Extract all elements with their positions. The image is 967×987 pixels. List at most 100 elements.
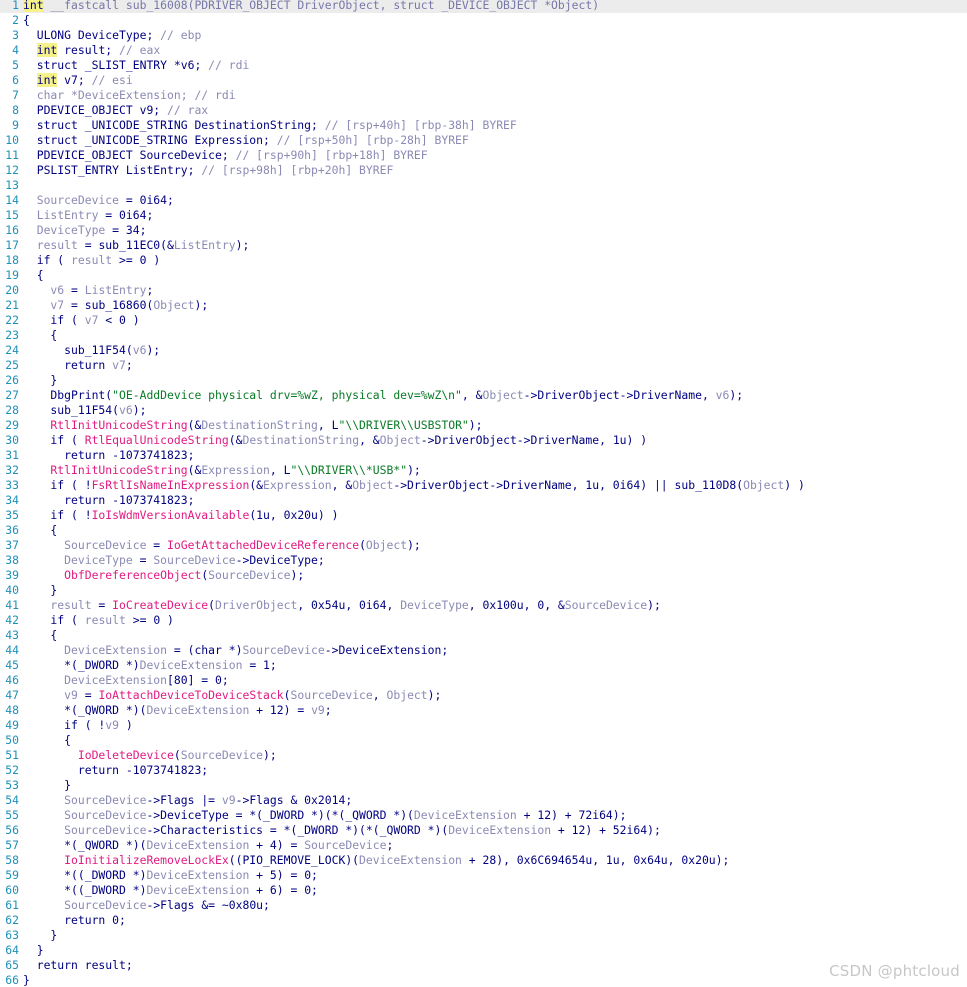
code-line[interactable]: 43 { — [0, 628, 967, 643]
code-line[interactable]: 2{ — [0, 13, 967, 28]
code-line[interactable]: 29 RtlInitUnicodeString(&DestinationStri… — [0, 418, 967, 433]
code-token: = 1; — [242, 658, 277, 672]
code-line[interactable]: 50 { — [0, 733, 967, 748]
code-line[interactable]: 10 struct _UNICODE_STRING Expression; //… — [0, 133, 967, 148]
code-token: , — [372, 688, 387, 702]
code-line[interactable]: 14 SourceDevice = 0i64; — [0, 193, 967, 208]
code-token: >= 0 ) — [112, 253, 161, 267]
code-line[interactable]: 22 if ( v7 < 0 ) — [0, 313, 967, 328]
code-line[interactable]: 7 char *DeviceExtension; // rdi — [0, 88, 967, 103]
code-line[interactable]: 6 int v7; // esi — [0, 73, 967, 88]
code-line[interactable]: 44 DeviceExtension = (char *)SourceDevic… — [0, 643, 967, 658]
line-number: 59 — [5, 868, 19, 882]
code-line[interactable]: 28 sub_11F54(v6); — [0, 403, 967, 418]
code-line[interactable]: 13 — [0, 178, 967, 193]
code-line[interactable]: 35 if ( !IoIsWdmVersionAvailable(1u, 0x2… — [0, 508, 967, 523]
code-line[interactable]: 16 DeviceType = 34; — [0, 223, 967, 238]
code-line[interactable]: 57 *(_QWORD *)(DeviceExtension + 4) = So… — [0, 838, 967, 853]
code-line[interactable]: 11 PDEVICE_OBJECT SourceDevice; // [rsp+… — [0, 148, 967, 163]
code-line[interactable]: 19 { — [0, 268, 967, 283]
code-line[interactable]: 40 } — [0, 583, 967, 598]
code-line[interactable]: 38 DeviceType = SourceDevice->DeviceType… — [0, 553, 967, 568]
code-line[interactable]: 24 sub_11F54(v6); — [0, 343, 967, 358]
code-line[interactable]: 41 result = IoCreateDevice(DriverObject,… — [0, 598, 967, 613]
code-line[interactable]: 45 *(_DWORD *)DeviceExtension = 1; — [0, 658, 967, 673]
variable-token: Expression — [201, 463, 270, 477]
line-text: IoDeleteDevice(SourceDevice); — [23, 748, 967, 763]
code-token: return — [23, 358, 113, 372]
code-line[interactable]: 15 ListEntry = 0i64; — [0, 208, 967, 223]
line-number: 34 — [5, 493, 19, 507]
variable-token: DeviceType — [23, 223, 106, 237]
code-line[interactable]: 56 SourceDevice->Characteristics = *(_DW… — [0, 823, 967, 838]
code-line[interactable]: 60 *((_DWORD *)DeviceExtension + 6) = 0; — [0, 883, 967, 898]
code-line[interactable]: 52 return -1073741823; — [0, 763, 967, 778]
code-line[interactable]: 58 IoInitializeRemoveLockEx((PIO_REMOVE_… — [0, 853, 967, 868]
comment-token: // [rsp+90h] [rbp+18h] BYREF — [235, 148, 428, 162]
line-text: v9 = IoAttachDeviceToDeviceStack(SourceD… — [23, 688, 967, 703]
code-token: ; — [146, 283, 154, 297]
code-line[interactable]: 42 if ( result >= 0 ) — [0, 613, 967, 628]
pseudocode-view[interactable]: 1 int __fastcall sub_16008(PDRIVER_OBJECT… — [0, 0, 967, 987]
code-token: ->DriverObject->DriverName, 1u, 0i64) ||… — [393, 478, 744, 492]
code-line[interactable]: 54 SourceDevice->Flags |= v9->Flags & 0x… — [0, 793, 967, 808]
code-line[interactable]: 62 return 0; — [0, 913, 967, 928]
line-text: SourceDevice->Characteristics = *(_DWORD… — [23, 823, 967, 838]
code-line[interactable]: 39 ObfDereferenceObject(SourceDevice); — [0, 568, 967, 583]
code-line[interactable]: 21 v7 = sub_16860(Object); — [0, 298, 967, 313]
variable-token: DeviceExtension — [146, 838, 250, 852]
variable-token: Object — [482, 388, 524, 402]
code-token: ((PIO_REMOVE_LOCK)( — [228, 853, 360, 867]
code-line[interactable]: 53 } — [0, 778, 967, 793]
code-line[interactable]: 59 *((_DWORD *)DeviceExtension + 5) = 0; — [0, 868, 967, 883]
code-token: { — [23, 328, 58, 342]
code-line[interactable]: 20 v6 = ListEntry; — [0, 283, 967, 298]
variable-token: Object — [379, 433, 421, 447]
code-line[interactable]: 32 RtlInitUnicodeString(&Expression, L"\… — [0, 463, 967, 478]
line-number: 61 — [5, 898, 19, 912]
code-line[interactable]: 9 struct _UNICODE_STRING DestinationStri… — [0, 118, 967, 133]
code-line[interactable]: 3 ULONG DeviceType; // ebp — [0, 28, 967, 43]
code-line[interactable]: 37 SourceDevice = IoGetAttachedDeviceRef… — [0, 538, 967, 553]
code-line[interactable]: 27 DbgPrint("OE-AddDevice physical drv=%… — [0, 388, 967, 403]
code-token: result; — [57, 43, 120, 57]
code-token: ); — [235, 238, 250, 252]
code-token: ; — [386, 838, 394, 852]
line-text: return v7; — [23, 358, 967, 373]
code-line[interactable]: 66} — [0, 973, 967, 987]
variable-token: DeviceExtension — [146, 703, 250, 717]
code-line[interactable]: 30 if ( RtlEqualUnicodeString(&Destinati… — [0, 433, 967, 448]
code-line[interactable]: 4 int result; // eax — [0, 43, 967, 58]
code-token: + 12) + 72i64); — [516, 808, 627, 822]
code-line[interactable]: 33 if ( !FsRtlIsNameInExpression(&Expres… — [0, 478, 967, 493]
code-line[interactable]: 1 int __fastcall sub_16008(PDRIVER_OBJECT… — [0, 0, 967, 13]
code-line[interactable]: 8 PDEVICE_OBJECT v9; // rax — [0, 103, 967, 118]
line-text: if ( result >= 0 ) — [23, 613, 967, 628]
code-line[interactable]: 48 *(_QWORD *)(DeviceExtension + 12) = v… — [0, 703, 967, 718]
line-text: PDEVICE_OBJECT v9; // rax — [23, 103, 967, 118]
code-line[interactable]: 31 return -1073741823; — [0, 448, 967, 463]
code-line[interactable]: 49 if ( !v9 ) — [0, 718, 967, 733]
code-line[interactable]: 51 IoDeleteDevice(SourceDevice); — [0, 748, 967, 763]
code-line[interactable]: 64 } — [0, 943, 967, 958]
code-line[interactable]: 46 DeviceExtension[80] = 0; — [0, 673, 967, 688]
variable-token: DeviceType — [400, 598, 469, 612]
code-line[interactable]: 23 { — [0, 328, 967, 343]
code-line[interactable]: 65 return result; — [0, 958, 967, 973]
code-line[interactable]: 36 { — [0, 523, 967, 538]
code-line[interactable]: 12 PSLIST_ENTRY ListEntry; // [rsp+98h] … — [0, 163, 967, 178]
code-line[interactable]: 18 if ( result >= 0 ) — [0, 253, 967, 268]
code-line[interactable]: 17 result = sub_11EC0(&ListEntry); — [0, 238, 967, 253]
code-token: if ( — [23, 253, 72, 267]
code-line[interactable]: 34 return -1073741823; — [0, 493, 967, 508]
code-line[interactable]: 55 SourceDevice->DeviceType = *(_DWORD *… — [0, 808, 967, 823]
code-line[interactable]: 61 SourceDevice->Flags &= ~0x80u; — [0, 898, 967, 913]
code-line[interactable]: 47 v9 = IoAttachDeviceToDeviceStack(Sour… — [0, 688, 967, 703]
comment-token: // rax — [167, 103, 209, 117]
code-token: } — [23, 583, 58, 597]
code-line[interactable]: 5 struct _SLIST_ENTRY *v6; // rdi — [0, 58, 967, 73]
code-line[interactable]: 26 } — [0, 373, 967, 388]
code-token: , L — [269, 463, 291, 477]
code-line[interactable]: 25 return v7; — [0, 358, 967, 373]
code-line[interactable]: 63 } — [0, 928, 967, 943]
